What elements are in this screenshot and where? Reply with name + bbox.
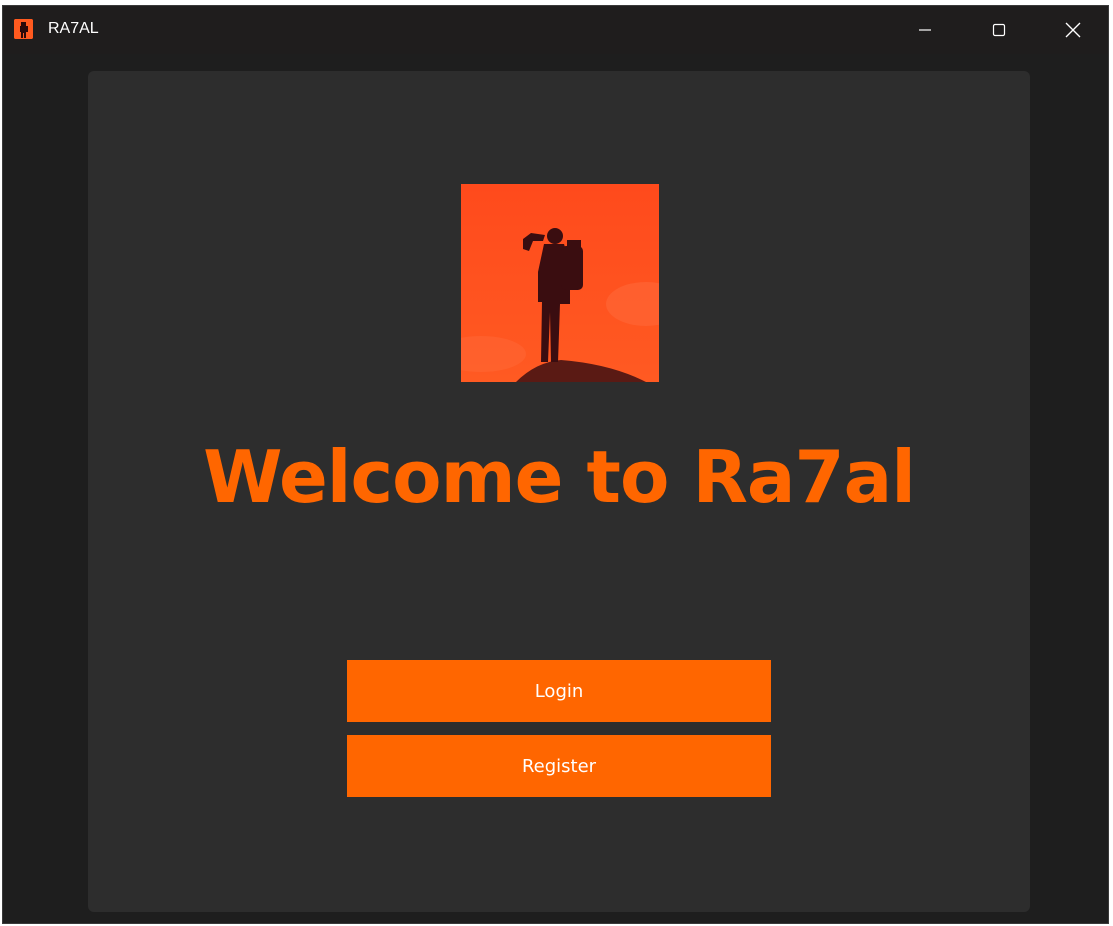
close-button[interactable] xyxy=(1043,6,1103,54)
app-window: RA7AL Welcome to Ra7al Login Register xyxy=(2,5,1109,924)
register-button[interactable]: Register xyxy=(347,735,771,797)
welcome-card: Welcome to Ra7al Login Register xyxy=(88,71,1030,912)
minimize-icon xyxy=(919,29,931,31)
maximize-button[interactable] xyxy=(969,6,1029,54)
close-icon xyxy=(1065,22,1081,38)
minimize-button[interactable] xyxy=(895,6,955,54)
ra7al-logo-icon xyxy=(14,19,33,39)
window-title: RA7AL xyxy=(48,20,99,37)
hero-image xyxy=(461,184,659,382)
welcome-title: Welcome to Ra7al xyxy=(203,435,916,519)
login-button[interactable]: Login xyxy=(347,660,771,722)
maximize-icon xyxy=(992,23,1006,37)
title-bar[interactable]: RA7AL xyxy=(3,6,1108,54)
